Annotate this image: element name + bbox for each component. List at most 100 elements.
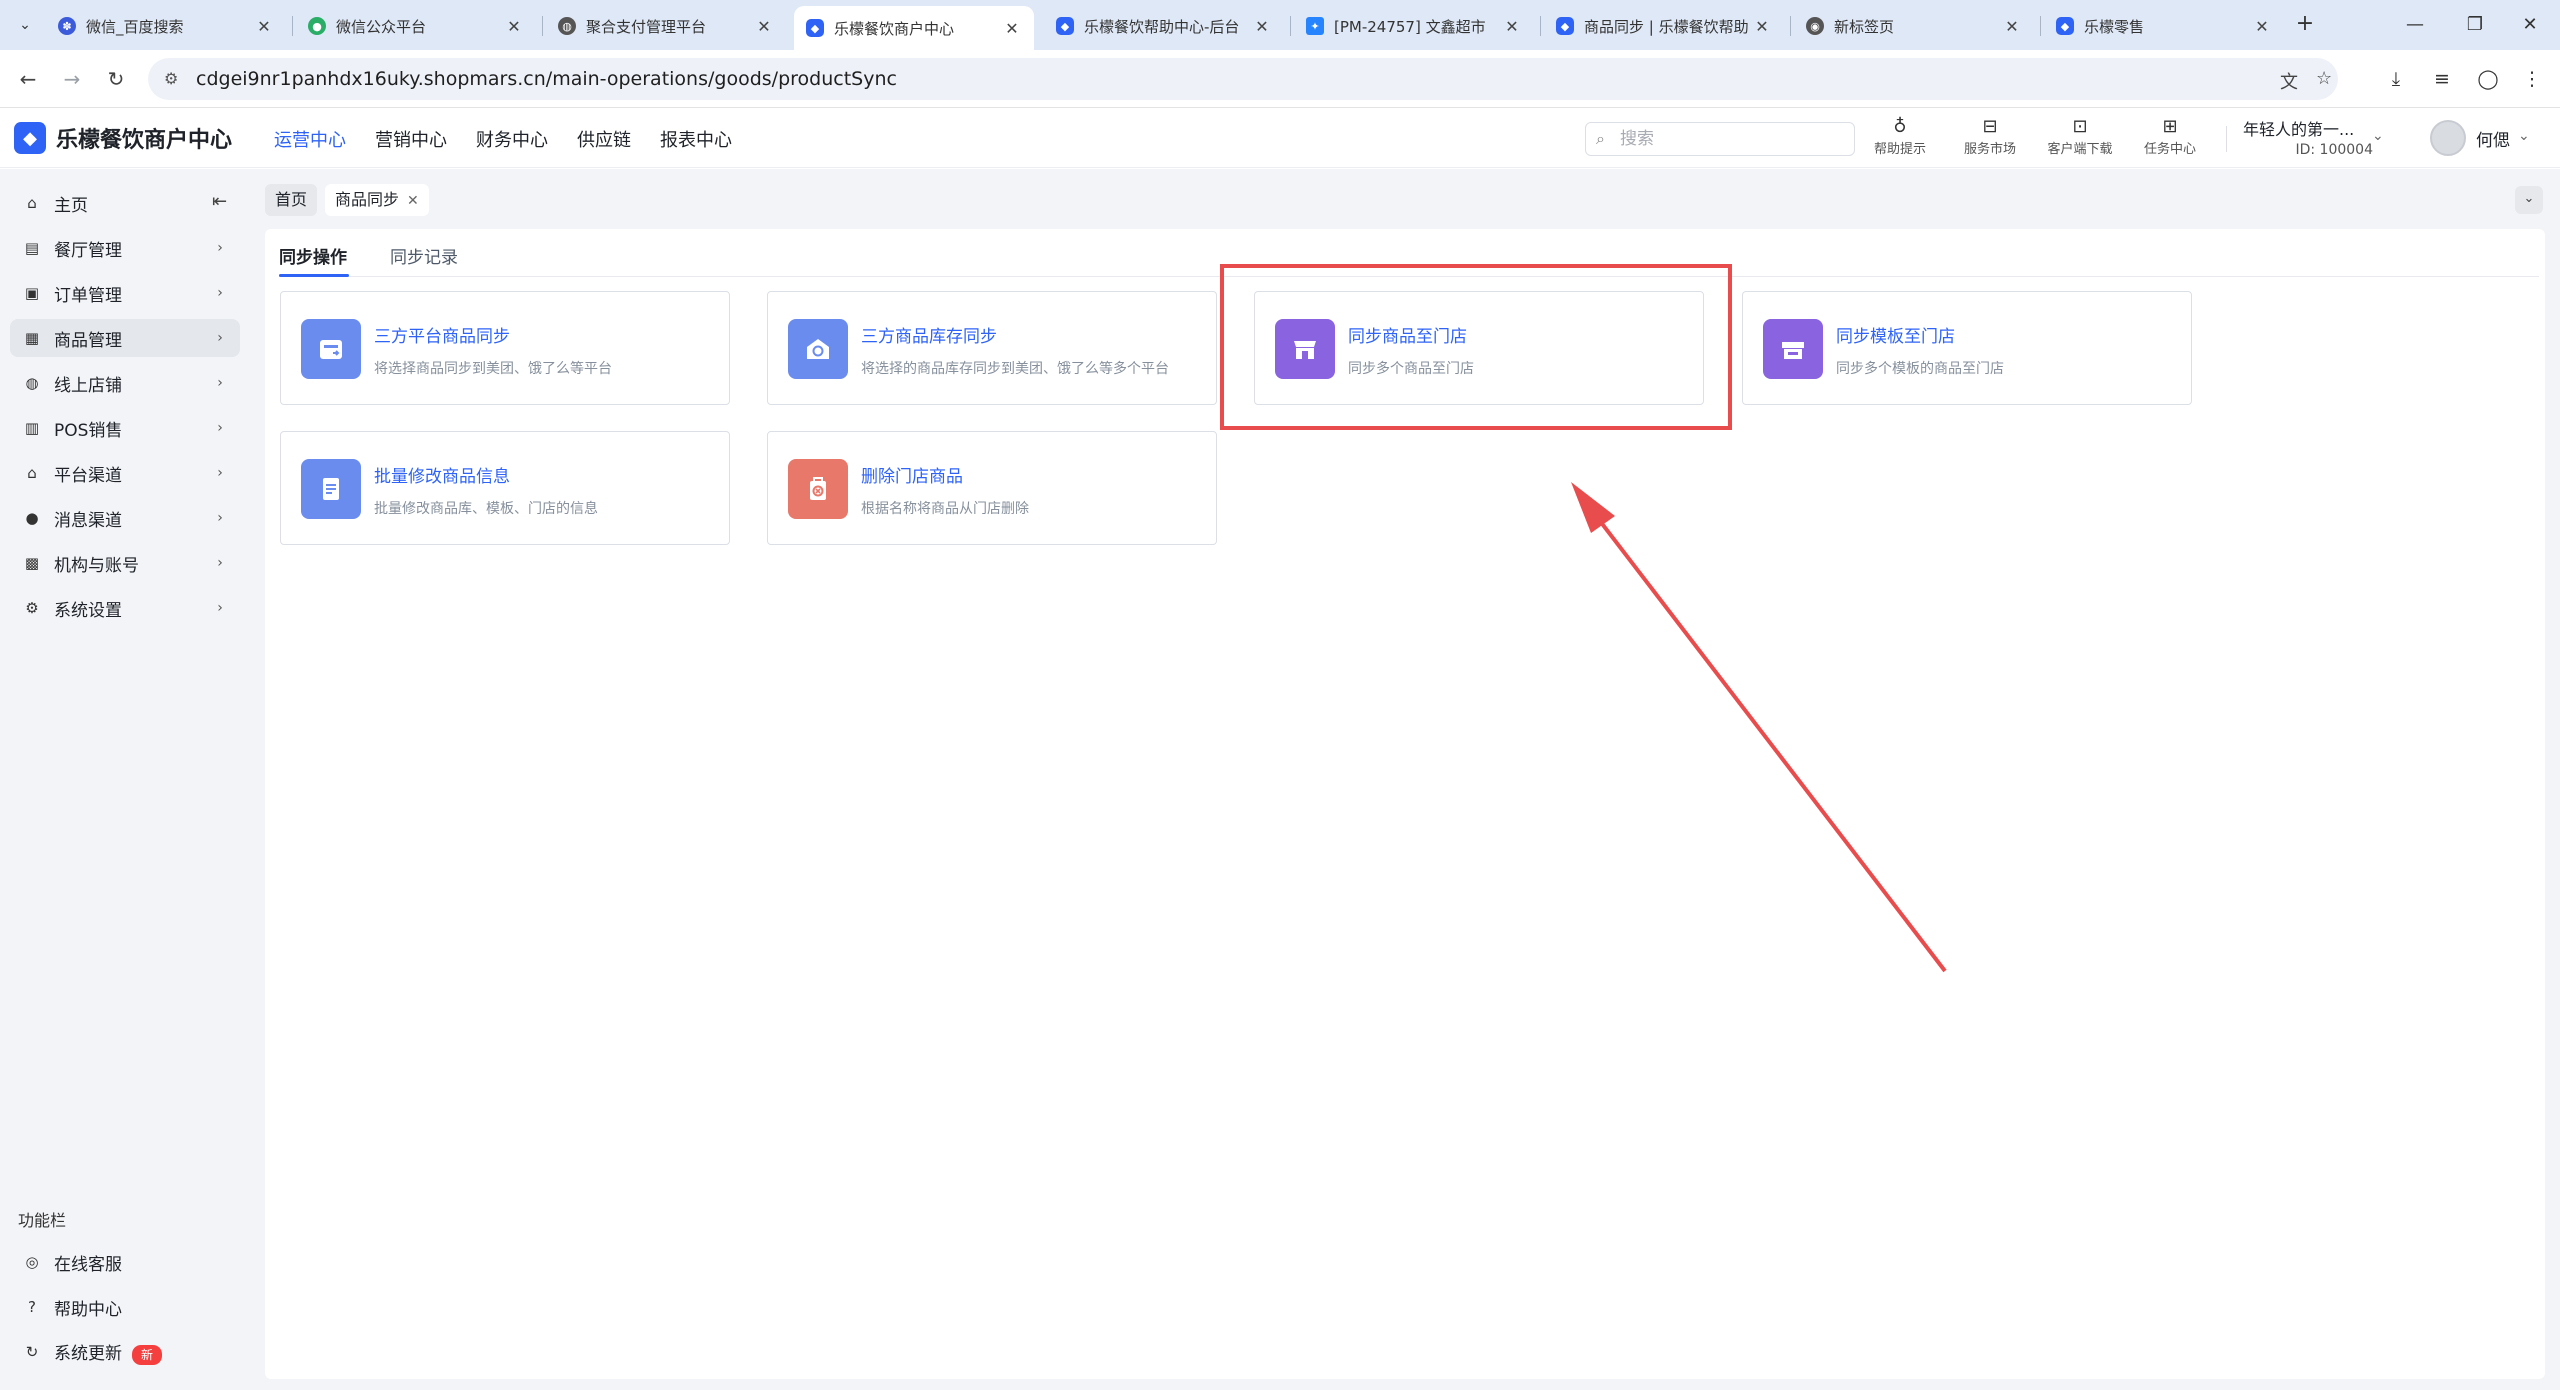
bookmark-star-icon[interactable]: ☆ <box>2316 68 2332 89</box>
browser-tab[interactable]: ✦ [PM-24757] 文鑫超市 ✕ <box>1294 6 1534 46</box>
page-tab-home[interactable]: 首页 <box>265 184 318 216</box>
window-close-icon[interactable]: ✕ <box>2505 8 2555 42</box>
browser-tab[interactable]: ◉ 新标签页 ✕ <box>1794 6 2034 46</box>
browser-tab[interactable]: ◆ 商品同步 | 乐檬餐饮帮助 ✕ <box>1544 6 1784 46</box>
chevron-right-icon: › <box>217 555 223 571</box>
task-center-button[interactable]: ⊞ 任务中心 <box>2125 116 2215 157</box>
platform-sync-icon <box>301 319 361 379</box>
topnav-finance[interactable]: 财务中心 <box>476 126 548 152</box>
url-text[interactable]: cdgei9nr1panhdx16uky.shopmars.cn/main-op… <box>196 68 897 90</box>
new-tab-plus-icon[interactable]: + <box>2290 10 2320 40</box>
card-sync-template-to-store[interactable]: 同步模板至门店 同步多个模板的商品至门店 <box>1742 291 2192 405</box>
sidebar-item-orders[interactable]: ▣ 订单管理 › <box>10 274 240 312</box>
browser-tab[interactable]: ◆ 乐檬零售 ✕ <box>2044 6 2284 46</box>
client-download-button[interactable]: ⊡ 客户端下载 <box>2035 116 2125 157</box>
close-icon[interactable]: ✕ <box>2252 17 2272 36</box>
sidebar-item-goods[interactable]: ▦ 商品管理 › <box>10 319 240 357</box>
sidebar-item-label: 平台渠道 <box>54 465 122 486</box>
service-market-button[interactable]: ⊟ 服务市场 <box>1945 116 2035 157</box>
sidebar-item-settings[interactable]: ⚙ 系统设置 › <box>10 589 240 627</box>
sidebar-item-home[interactable]: ⌂ 主页 <box>10 184 240 222</box>
forward-arrow-icon[interactable]: → <box>56 63 88 95</box>
browser-tab[interactable]: ◆ 乐檬餐饮帮助中心-后台 ✕ <box>1044 6 1284 46</box>
media-control-icon[interactable]: ≡ <box>2426 63 2458 95</box>
close-icon[interactable]: ✕ <box>1752 17 1772 36</box>
tab-sync-operations[interactable]: 同步操作 <box>279 243 347 268</box>
sidebar-item-online-service[interactable]: ◎ 在线客服 <box>10 1243 240 1281</box>
chevron-down-icon[interactable]: ⌄ <box>2372 128 2384 144</box>
profile-icon[interactable]: ◯ <box>2472 63 2504 95</box>
card-desc: 批量修改商品库、模板、门店的信息 <box>374 501 598 517</box>
topnav-operations[interactable]: 运营中心 <box>274 126 346 152</box>
close-icon[interactable]: ✕ <box>1002 19 1022 38</box>
sidebar-item-platform[interactable]: ⌂ 平台渠道 › <box>10 454 240 492</box>
sidebar-item-label: POS销售 <box>54 420 123 441</box>
avatar[interactable] <box>2430 120 2466 156</box>
chevron-right-icon: › <box>217 600 223 616</box>
search-input[interactable] <box>1620 128 1840 150</box>
reload-icon[interactable]: ↻ <box>100 63 132 95</box>
headset-icon: ◎ <box>25 1253 39 1271</box>
chevron-right-icon: › <box>217 330 223 346</box>
minimize-icon[interactable]: — <box>2390 8 2440 42</box>
user-name[interactable]: 何偲 <box>2476 126 2510 151</box>
tool-label: 客户端下载 <box>2047 142 2113 157</box>
help-tips-button[interactable]: ♁ 帮助提示 <box>1855 116 1945 157</box>
sidebar-item-label: 帮助中心 <box>54 1299 122 1320</box>
sidebar-item-pos[interactable]: ▥ POS销售 › <box>10 409 240 447</box>
topnav-supply-chain[interactable]: 供应链 <box>577 126 631 152</box>
folder-download-icon: ⊡ <box>2072 116 2088 137</box>
close-icon[interactable]: ✕ <box>407 193 419 209</box>
back-arrow-icon[interactable]: ← <box>12 63 44 95</box>
online-store-icon: ◍ <box>25 374 39 392</box>
app-logo[interactable]: ◆ 乐檬餐饮商户中心 <box>14 122 232 154</box>
tool-label: 帮助提示 <box>1873 142 1926 157</box>
lemon-logo-icon: ◆ <box>1556 17 1574 35</box>
topnav-reports[interactable]: 报表中心 <box>660 126 732 152</box>
close-icon[interactable]: ✕ <box>504 17 524 36</box>
sidebar-item-restaurant[interactable]: ▤ 餐厅管理 › <box>10 229 240 267</box>
close-icon[interactable]: ✕ <box>1252 17 1272 36</box>
download-icon[interactable]: ⤓ <box>2380 63 2412 95</box>
more-menu-icon[interactable]: ⋮ <box>2516 63 2548 95</box>
jira-icon: ✦ <box>1306 17 1324 35</box>
topnav-marketing[interactable]: 营销中心 <box>375 126 447 152</box>
close-icon[interactable]: ✕ <box>1502 17 1522 36</box>
sidebar-item-label: 系统设置 <box>54 600 122 621</box>
sidebar-item-online-store[interactable]: ◍ 线上店铺 › <box>10 364 240 402</box>
sidebar-item-update[interactable]: ↻ 系统更新新 <box>10 1333 240 1371</box>
sidebar-item-message[interactable]: ● 消息渠道 › <box>10 499 240 537</box>
chevron-right-icon: › <box>217 510 223 526</box>
sidebar-item-label: 线上店铺 <box>54 375 122 396</box>
tab-search-chevron-icon[interactable]: ⌄ <box>10 10 40 40</box>
sidebar-item-account[interactable]: ▩ 机构与账号 › <box>10 544 240 582</box>
browser-toolbar: ← → ↻ ⚙ cdgei9nr1panhdx16uky.shopmars.cn… <box>0 50 2560 108</box>
close-icon[interactable]: ✕ <box>254 17 274 36</box>
browser-tab[interactable]: ● 微信公众平台 ✕ <box>296 6 536 46</box>
page-tab-product-sync[interactable]: 商品同步 ✕ <box>325 184 429 216</box>
card-inventory-sync[interactable]: 三方商品库存同步 将选择的商品库存同步到美团、饿了么等多个平台 <box>767 291 1217 405</box>
page-tabs-chevron-icon[interactable]: ⌄ <box>2515 186 2543 214</box>
browser-tab-active[interactable]: ◆ 乐檬餐饮商户中心 ✕ <box>794 6 1034 50</box>
card-delete-store-goods[interactable]: 删除门店商品 根据名称将商品从门店删除 <box>767 431 1217 545</box>
translate-icon[interactable]: 文 <box>2280 68 2298 94</box>
card-platform-goods-sync[interactable]: 三方平台商品同步 将选择商品同步到美团、饿了么等平台 <box>280 291 730 405</box>
address-bar[interactable]: ⚙ cdgei9nr1panhdx16uky.shopmars.cn/main-… <box>148 58 2338 100</box>
chevron-down-icon[interactable]: ⌄ <box>2518 128 2530 144</box>
browser-tab[interactable]: ◍ 聚合支付管理平台 ✕ <box>546 6 786 46</box>
close-icon[interactable]: ✕ <box>754 17 774 36</box>
browser-tab[interactable]: ✽ 微信_百度搜索 ✕ <box>46 6 286 46</box>
card-title: 三方平台商品同步 <box>374 327 510 347</box>
sidebar-item-label: 消息渠道 <box>54 510 122 531</box>
tab-sync-records[interactable]: 同步记录 <box>390 243 458 268</box>
close-icon[interactable]: ✕ <box>2002 17 2022 36</box>
card-title: 同步模板至门店 <box>1836 327 1955 347</box>
sidebar-item-help[interactable]: ? 帮助中心 <box>10 1288 240 1326</box>
header-search[interactable]: ⌕ <box>1585 122 1855 156</box>
card-desc: 将选择商品同步到美团、饿了么等平台 <box>374 361 612 377</box>
card-batch-edit-goods[interactable]: 批量修改商品信息 批量修改商品库、模板、门店的信息 <box>280 431 730 545</box>
restore-icon[interactable]: ❐ <box>2450 8 2500 42</box>
tool-label: 服务市场 <box>1963 142 2016 157</box>
site-info-icon[interactable]: ⚙ <box>164 69 184 89</box>
chevron-right-icon: › <box>217 375 223 391</box>
